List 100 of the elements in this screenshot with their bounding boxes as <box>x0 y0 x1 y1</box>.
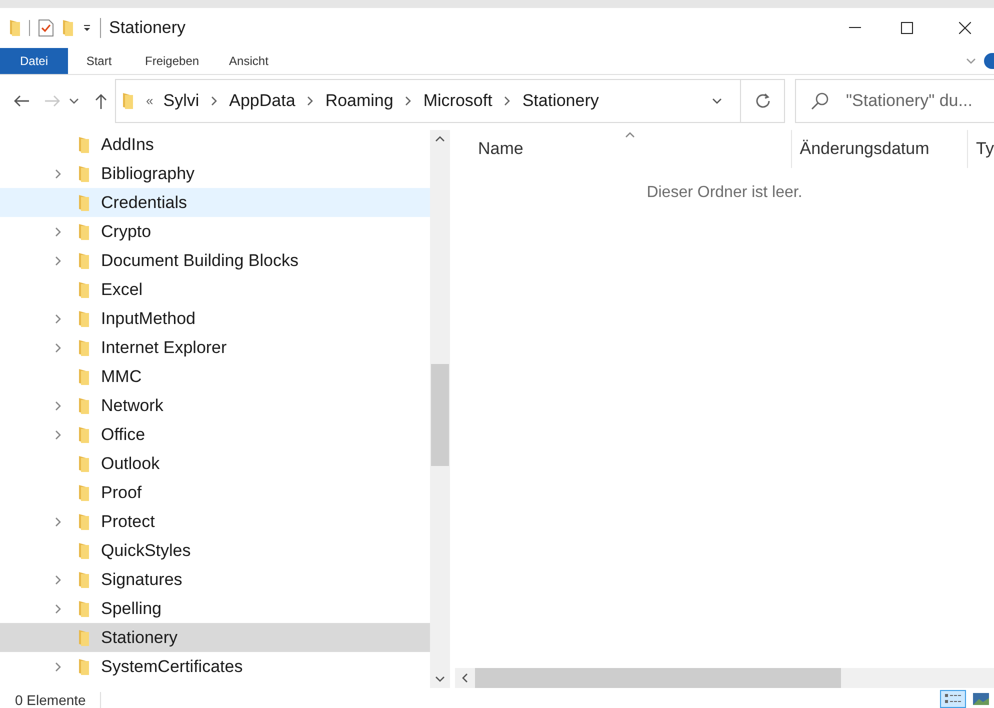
breadcrumb-segment[interactable]: Sylvi <box>163 88 200 114</box>
chevron-right-icon <box>53 342 63 352</box>
folder-icon <box>78 396 90 414</box>
window-title: Stationery <box>109 17 186 40</box>
file-tab[interactable]: Datei <box>0 48 68 74</box>
folder-icon <box>78 600 90 618</box>
chevron-right-icon <box>53 516 63 526</box>
details-view-button[interactable] <box>940 690 966 708</box>
tree-item[interactable]: Outlook <box>0 449 430 478</box>
folder-icon <box>9 19 21 37</box>
chevron-down-icon <box>966 56 976 66</box>
tree-item-label: Internet Explorer <box>101 336 227 359</box>
folder-icon <box>78 570 90 588</box>
dropdown-icon[interactable] <box>82 23 92 33</box>
chevron-down-icon <box>69 96 79 106</box>
tree-item-label: Document Building Blocks <box>101 250 298 272</box>
tree-item[interactable]: Excel <box>0 275 430 304</box>
tree-item[interactable]: Internet Explorer <box>0 333 430 362</box>
folder-icon <box>78 252 90 270</box>
details-view-icon <box>944 693 962 705</box>
up-arrow-icon[interactable] <box>95 92 107 108</box>
breadcrumb-segment[interactable]: Roaming <box>325 88 394 114</box>
tree-item[interactable]: Credentials <box>0 188 430 217</box>
tree-item[interactable]: Bibliography <box>0 159 430 188</box>
tree-item[interactable]: Crypto <box>0 217 430 246</box>
folder-icon <box>62 19 74 37</box>
tree-item-label: Credentials <box>101 192 187 214</box>
chevron-right-icon <box>53 430 63 440</box>
folder-icon <box>78 484 90 502</box>
tree-item-label: InputMethod <box>101 308 196 330</box>
horizontal-scrollbar[interactable] <box>455 668 994 688</box>
tree-item[interactable]: Signatures <box>0 565 430 594</box>
column-header[interactable]: Änderungsdatum <box>792 130 968 168</box>
folder-icon <box>78 310 90 328</box>
chevron-right-icon <box>53 314 63 324</box>
ribbon-tab[interactable]: Freigeben <box>130 48 214 74</box>
empty-folder-message: Dieser Ordner ist leer. <box>646 183 802 203</box>
chevron-right-icon <box>53 604 63 614</box>
chevron-right-icon <box>53 256 63 266</box>
chevron-right-icon <box>502 96 512 106</box>
properties-icon[interactable] <box>38 19 54 37</box>
tree-item[interactable]: Stationery <box>0 623 430 652</box>
tree-item[interactable]: SystemCertificates <box>0 652 430 681</box>
breadcrumb-segment[interactable]: Microsoft <box>423 88 492 114</box>
tree-item[interactable]: Office <box>0 420 430 449</box>
folder-icon <box>78 280 90 298</box>
address-bar[interactable]: « Sylvi AppData Roaming Microsoft Stationery <box>115 78 785 122</box>
folder-icon <box>78 368 90 386</box>
breadcrumb-segment[interactable]: Stationery <box>522 88 599 114</box>
tree-item[interactable]: Proof <box>0 478 430 507</box>
folder-icon <box>78 136 90 154</box>
scrollbar-thumb[interactable] <box>431 364 449 466</box>
scrollbar-thumb[interactable] <box>475 668 841 688</box>
tree-item-label: Stationery <box>101 626 178 649</box>
tree-item-label: Protect <box>101 510 155 533</box>
item-count: 0 Elemente <box>15 692 101 708</box>
search-field[interactable]: "Stationery" du... <box>795 78 994 122</box>
overflow-chevrons[interactable]: « <box>146 90 154 110</box>
chevron-down-icon <box>712 96 722 106</box>
ribbon-tab[interactable]: Ansicht <box>214 48 284 74</box>
chevron-right-icon <box>403 96 414 106</box>
folder-icon <box>122 92 134 110</box>
vertical-scrollbar[interactable] <box>430 130 450 688</box>
folder-icon <box>78 194 90 212</box>
tree-item[interactable]: MMC <box>0 362 430 391</box>
tree-item[interactable]: AddIns <box>0 130 430 159</box>
close-icon <box>959 22 971 34</box>
chevron-right-icon <box>53 400 63 410</box>
tree-item-label: Spelling <box>101 598 162 620</box>
tree-item-label: Bibliography <box>101 162 195 185</box>
chevron-down-icon <box>435 674 445 684</box>
folder-icon <box>78 542 90 560</box>
tree-item-label: Network <box>101 394 164 417</box>
folder-icon <box>78 338 90 356</box>
column-header[interactable]: Ty <box>968 130 994 168</box>
tree-item[interactable]: Protect <box>0 507 430 536</box>
folder-icon <box>78 512 90 530</box>
column-header[interactable]: Name <box>455 130 792 168</box>
tree-item[interactable]: QuickStyles <box>0 536 430 565</box>
tree-item[interactable]: InputMethod <box>0 304 430 333</box>
tree-item[interactable]: Spelling <box>0 594 430 623</box>
breadcrumb-segment[interactable]: AppData <box>229 88 296 114</box>
tree-item-label: QuickStyles <box>101 540 191 562</box>
back-arrow-icon[interactable] <box>13 94 29 106</box>
refresh-icon <box>754 92 770 108</box>
tiles-view-icon <box>973 693 989 705</box>
tree-item-label: Outlook <box>101 452 160 475</box>
tree-item-label: AddIns <box>101 134 154 156</box>
folder-icon <box>78 628 90 646</box>
folder-icon <box>78 426 90 444</box>
ribbon-tab[interactable]: Start <box>68 48 130 74</box>
tree-item[interactable]: Document Building Blocks <box>0 246 430 275</box>
folder-icon <box>78 658 90 676</box>
chevron-right-icon <box>209 96 220 106</box>
tree-item-label: Office <box>101 424 146 446</box>
maximize-icon <box>901 22 913 34</box>
chevron-right-icon <box>53 168 63 178</box>
tree-item-label: MMC <box>101 366 142 388</box>
tree-item[interactable]: Network <box>0 391 430 420</box>
tree-item-label: Proof <box>101 482 142 504</box>
